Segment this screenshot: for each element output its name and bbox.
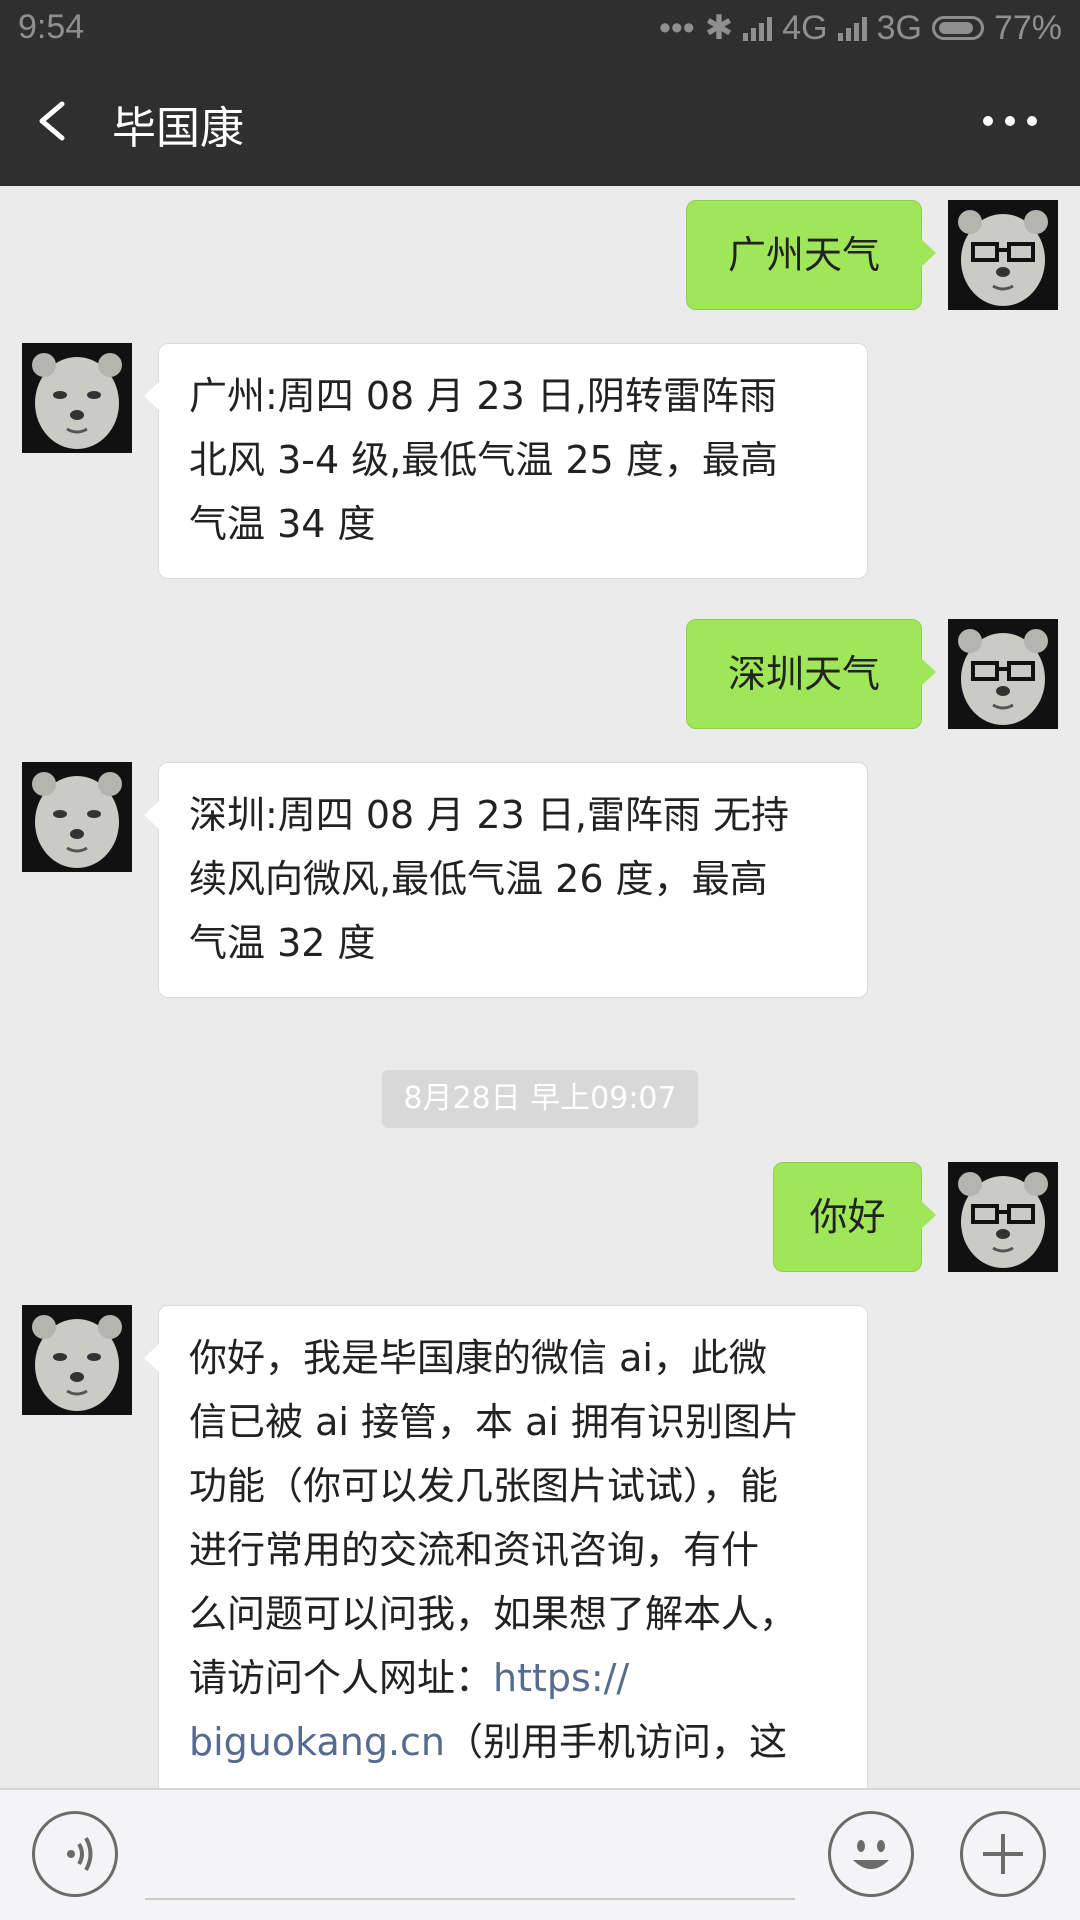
message-row: 深圳:周四 08 月 23 日,雷阵雨 无持 续风向微风,最低气温 26 度，最… (0, 762, 1080, 998)
message-line: 北风 3-4 级,最低气温 25 度，最高 (189, 438, 778, 482)
message-row: 深圳天气 (0, 619, 1080, 729)
message-line: 你好，我是毕国康的微信 ai，此微 (189, 1336, 767, 1380)
emoji-button[interactable] (828, 1811, 914, 1897)
more-button[interactable] (970, 86, 1050, 156)
message-line: 功能（你可以发几张图片试试），能 (189, 1464, 779, 1508)
received-bubble[interactable]: 你好，我是毕国康的微信 ai，此微 信已被 ai 接管，本 ai 拥有识别图片 … (144, 1305, 868, 1788)
contact-avatar[interactable] (22, 1305, 132, 1415)
my-avatar[interactable] (948, 619, 1058, 729)
message-line: 广州:周四 08 月 23 日,阴转雷阵雨 (189, 374, 777, 418)
chat-title: 毕国康 (112, 103, 244, 154)
bluetooth-icon: ✱ (704, 9, 734, 47)
website-link[interactable]: https:// (493, 1656, 629, 1700)
status-time: 9:54 (18, 8, 85, 46)
my-avatar[interactable] (948, 1162, 1058, 1272)
sent-bubble[interactable]: 深圳天气 (686, 619, 936, 729)
battery-icon (931, 16, 984, 40)
bear-glasses-avatar-icon (948, 619, 1058, 729)
emoji-icon (853, 1840, 889, 1869)
sent-bubble[interactable]: 你好 (773, 1162, 936, 1272)
message-line: 气温 32 度 (189, 921, 376, 965)
message-line: 请访问个人网址：https:// (189, 1646, 837, 1710)
more-dots-icon (983, 116, 993, 126)
sent-bubble[interactable]: 广州天气 (686, 200, 936, 310)
chat-area[interactable]: 广州天气 广州:周四 08 月 23 日,阴转雷阵雨 北风 3-4 级,最低气温… (0, 186, 1080, 1788)
plus-icon (983, 1834, 1023, 1874)
input-bar (0, 1788, 1080, 1920)
voice-button[interactable] (32, 1811, 118, 1897)
bear-glasses-avatar-icon (948, 200, 1058, 310)
message-row: 广州:周四 08 月 23 日,阴转雷阵雨 北风 3-4 级,最低气温 25 度… (0, 343, 1080, 579)
chat-header: 毕国康 (0, 56, 1080, 186)
message-row: 你好，我是毕国康的微信 ai，此微 信已被 ai 接管，本 ai 拥有识别图片 … (0, 1305, 1080, 1788)
timestamp-badge: 8月28日 早上09:07 (382, 1070, 698, 1128)
network-label-1: 4G (782, 8, 828, 47)
my-avatar[interactable] (948, 200, 1058, 310)
message-line: 信已被 ai 接管，本 ai 拥有识别图片 (189, 1400, 800, 1444)
bear-avatar-icon (22, 762, 132, 872)
message-text-after-link: （别用手机访问，这 (445, 1720, 788, 1764)
received-bubble[interactable]: 深圳:周四 08 月 23 日,雷阵雨 无持 续风向微风,最低气温 26 度，最… (144, 762, 868, 998)
message-line: biguokang.cn（别用手机访问，这 (189, 1710, 837, 1774)
message-text: 广州天气 (727, 233, 880, 277)
message-line: 气温 34 度 (189, 502, 376, 546)
status-bar: 9:54 ••• ✱ 4G 3G 77% (0, 0, 1080, 56)
plus-button[interactable] (960, 1811, 1046, 1897)
contact-avatar[interactable] (22, 343, 132, 453)
link-prefix: 请访问个人网址： (189, 1656, 494, 1700)
voice-icon (67, 1837, 93, 1871)
back-button[interactable] (22, 86, 92, 156)
chevron-left-icon (39, 101, 65, 141)
bear-glasses-avatar-icon (948, 1162, 1058, 1272)
bear-avatar-icon (22, 1305, 132, 1415)
more-status-icon: ••• (659, 8, 695, 47)
message-row: 广州天气 (0, 200, 1080, 310)
status-icons: ••• ✱ 4G 3G 77% (659, 8, 1062, 48)
signal-icon (743, 15, 773, 41)
contact-avatar[interactable] (22, 762, 132, 872)
battery-percent: 77% (993, 8, 1062, 47)
message-line: 进行常用的交流和资讯咨询，有什 (189, 1528, 760, 1572)
message-input[interactable] (145, 1898, 795, 1900)
message-line: 续风向微风,最低气温 26 度，最高 (189, 857, 768, 901)
message-text: 你好 (809, 1195, 886, 1239)
message-line: 深圳:周四 08 月 23 日,雷阵雨 无持 (189, 793, 789, 837)
website-link-continued[interactable]: biguokang.cn (189, 1720, 445, 1764)
network-label-2: 3G (876, 8, 922, 47)
signal-icon-2 (837, 15, 867, 41)
received-bubble[interactable]: 广州:周四 08 月 23 日,阴转雷阵雨 北风 3-4 级,最低气温 25 度… (144, 343, 868, 579)
message-row: 你好 (0, 1162, 1080, 1272)
bear-avatar-icon (22, 343, 132, 453)
message-text: 深圳天气 (727, 652, 880, 696)
message-line: 么问题可以问我，如果想了解本人， (189, 1592, 798, 1636)
